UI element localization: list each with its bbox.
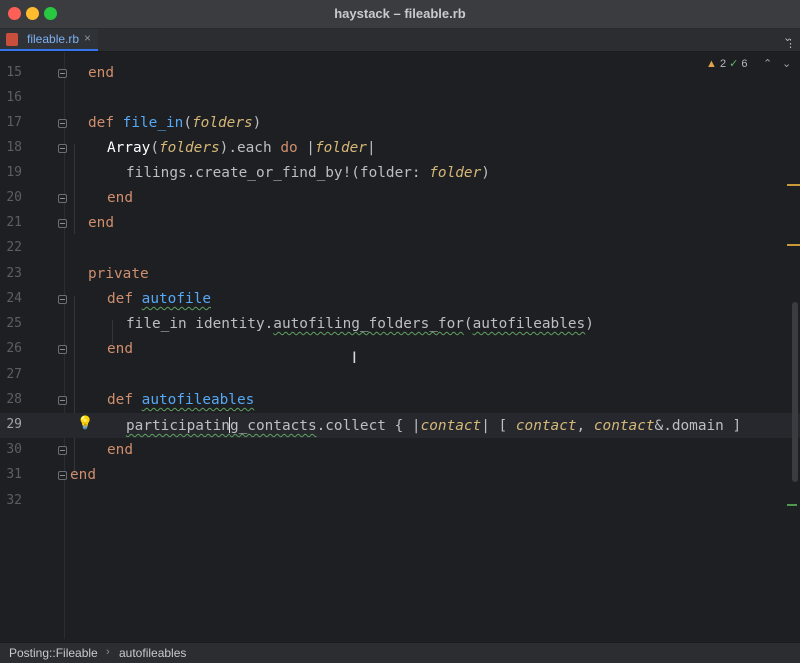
code-text: def autofile: [107, 291, 211, 307]
breadcrumb-item[interactable]: Posting::Fileable: [9, 646, 98, 660]
code-text: end: [107, 190, 133, 206]
code-text: Array(folders).each do |folder|: [107, 140, 376, 156]
fold-marker-icon[interactable]: [58, 345, 67, 354]
fold-marker-icon[interactable]: [58, 446, 67, 455]
line-number: 16: [6, 90, 22, 105]
fold-marker-icon[interactable]: [58, 396, 67, 405]
line-number: 23: [6, 266, 22, 281]
inspection-widget[interactable]: ▲ 2 ✓ 6: [706, 57, 748, 70]
line-number: 32: [6, 493, 22, 508]
code-text: end: [88, 215, 114, 231]
title-bar: haystack – fileable.rb: [0, 0, 800, 29]
code-text: end: [88, 65, 114, 81]
lightbulb-icon[interactable]: 💡: [77, 415, 93, 431]
warning-stripe[interactable]: [787, 184, 800, 186]
code-text: def file_in(folders): [88, 115, 262, 131]
fold-marker-icon[interactable]: [58, 144, 67, 153]
line-number: 25: [6, 316, 22, 331]
fold-marker-icon[interactable]: [58, 69, 67, 78]
line-number: 27: [6, 367, 22, 382]
line-number: 20: [6, 190, 22, 205]
window-title: haystack – fileable.rb: [334, 6, 466, 21]
line-number: 24: [6, 291, 22, 306]
code-line: 17 def file_in(folders): [0, 111, 800, 136]
line-number: 30: [6, 442, 22, 457]
code-line: 32: [0, 489, 800, 514]
code-text: def autofileables: [107, 392, 255, 408]
warning-icon: ▲: [706, 58, 717, 70]
fold-marker-icon[interactable]: [58, 194, 67, 203]
code-line: 21 end: [0, 211, 800, 236]
code-line: 18 Array(folders).each do |folder|: [0, 136, 800, 161]
editor-tab-bar: fileable.rb × ⌄ ⋮: [0, 29, 800, 52]
line-number: 22: [6, 240, 22, 255]
line-number: 28: [6, 392, 22, 407]
code-line: 24 def autofile: [0, 287, 800, 312]
code-line: 16: [0, 86, 800, 111]
tab-fileable-rb[interactable]: fileable.rb ×: [0, 29, 98, 51]
code-text: file_in identity.autofiling_folders_for(…: [126, 316, 594, 332]
code-line: 15 end: [0, 61, 800, 86]
weak-warning-count: 6: [741, 58, 748, 70]
code-line: 20 end: [0, 186, 800, 211]
fold-marker-icon[interactable]: [58, 295, 67, 304]
tab-label: fileable.rb: [27, 32, 80, 46]
code-line: 22: [0, 236, 800, 261]
close-tab-icon[interactable]: ×: [84, 31, 91, 45]
line-number: 26: [6, 341, 22, 356]
next-problem-icon[interactable]: ⌄: [782, 57, 791, 70]
fold-marker-icon[interactable]: [58, 119, 67, 128]
warning-count: 2: [719, 58, 727, 70]
code-line: 28 def autofileables: [0, 388, 800, 413]
previous-problem-icon[interactable]: ⌃: [763, 57, 772, 70]
code-line: 26 end: [0, 337, 800, 362]
line-number: 15: [6, 65, 22, 80]
more-vertical-icon[interactable]: ⋮: [785, 39, 796, 50]
code-text: private: [88, 266, 149, 282]
line-number: 29: [6, 417, 22, 432]
line-number: 31: [6, 467, 22, 482]
breadcrumb-item[interactable]: autofileables: [119, 646, 186, 660]
code-text: filings.create_or_find_by!(folder: folde…: [126, 165, 490, 181]
fold-marker-icon[interactable]: [58, 219, 67, 228]
code-line: 27: [0, 363, 800, 388]
vertical-scrollbar[interactable]: [792, 302, 798, 482]
weak-warning-stripe[interactable]: [787, 504, 797, 506]
code-line: 25 file_in identity.autofiling_folders_f…: [0, 312, 800, 337]
code-line: 19 filings.create_or_find_by!(folder: fo…: [0, 161, 800, 186]
line-number: 17: [6, 115, 22, 130]
ibeam-cursor-icon: I: [352, 348, 357, 367]
code-text: end: [107, 341, 133, 357]
status-bar: Posting::Fileable › autofileables: [0, 642, 800, 663]
code-line-current: 29 💡 participating_contacts.collect { |c…: [0, 413, 800, 438]
line-number: 19: [6, 165, 22, 180]
code-text: participating_contacts.collect { |contac…: [126, 417, 742, 434]
checkmark-icon: ✓: [729, 58, 739, 70]
code-text: end: [107, 442, 133, 458]
fold-marker-icon[interactable]: [58, 471, 67, 480]
ruby-file-icon: [6, 33, 18, 46]
line-number: 18: [6, 140, 22, 155]
warning-stripe[interactable]: [787, 244, 800, 246]
code-editor[interactable]: 15 end 16 17 def file_in(folders) 18 Arr…: [0, 52, 800, 639]
breadcrumb-separator: ›: [106, 646, 110, 658]
code-line: 31 end: [0, 463, 800, 488]
code-line: 30 end: [0, 438, 800, 463]
code-text: end: [70, 467, 96, 483]
line-number: 21: [6, 215, 22, 230]
code-line: 23 private: [0, 262, 800, 287]
